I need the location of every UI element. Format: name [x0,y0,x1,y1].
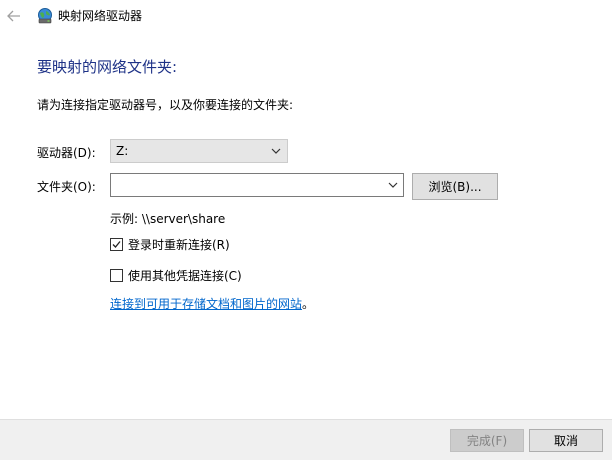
page-heading: 要映射的网络文件夹: [37,58,178,76]
website-link-line: 连接到可用于存储文档和图片的网站。 [110,296,314,312]
other-credentials-label[interactable]: 使用其他凭据连接(C) [128,268,242,284]
checkmark-icon [112,241,121,248]
drive-letter-select[interactable]: Z: [110,139,288,163]
drive-label: 驱动器(D): [37,146,96,160]
footer-bar: 完成(F) 取消 [0,419,612,460]
chevron-down-icon[interactable] [388,181,398,189]
title-bar: 映射网络驱动器 [0,0,612,32]
folder-combobox[interactable] [110,173,404,197]
back-button[interactable] [4,6,24,26]
folder-label: 文件夹(O): [37,180,96,194]
drive-select-value: Z: [116,144,129,158]
map-network-drive-window: 映射网络驱动器 要映射的网络文件夹: 请为连接指定驱动器号，以及你要连接的文件夹… [0,0,612,460]
cancel-button[interactable]: 取消 [529,429,603,452]
example-text: 示例: \\server\share [110,212,226,226]
reconnect-checkbox[interactable] [110,238,123,251]
folder-input[interactable] [113,176,385,194]
link-suffix: 。 [302,297,315,311]
instruction-text: 请为连接指定驱动器号，以及你要连接的文件夹: [37,98,294,112]
finish-button[interactable]: 完成(F) [450,429,524,452]
window-title: 映射网络驱动器 [58,9,143,23]
browse-button[interactable]: 浏览(B)... [412,173,498,200]
connect-website-link[interactable]: 连接到可用于存储文档和图片的网站 [110,297,302,311]
back-arrow-icon [7,10,20,22]
chevron-down-icon [271,148,281,154]
reconnect-label[interactable]: 登录时重新连接(R) [128,237,230,253]
other-credentials-checkbox[interactable] [110,269,123,282]
network-drive-icon [36,7,54,25]
